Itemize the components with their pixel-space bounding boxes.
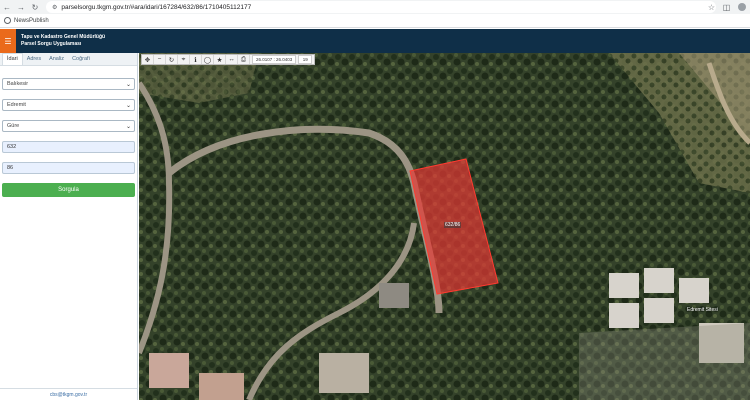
parcel-input[interactable]: 86 [2, 162, 135, 174]
browser-toolbar: ← → ↻ ⚙ parselsorgu.tkgm.gov.tr/#ara/ida… [0, 0, 750, 14]
back-icon[interactable]: ← [0, 0, 14, 14]
zoom-out-icon[interactable]: − [154, 55, 166, 64]
print-icon[interactable]: ⎙ [238, 55, 250, 64]
query-button[interactable]: Sorgula [2, 183, 135, 197]
globe-icon [4, 17, 11, 24]
parcel-value: 86 [7, 165, 14, 171]
province-value: Balıkesir [7, 81, 29, 87]
chevron-down-icon: ⌄ [125, 124, 131, 130]
coordinate-readout: 26.0107 : 26.0403 [252, 55, 297, 64]
info-icon[interactable]: ℹ [190, 55, 202, 64]
tab-adres[interactable]: Adres [23, 54, 45, 65]
neighborhood-select[interactable]: Güre ⌄ [2, 120, 135, 132]
address-bar[interactable]: ⚙ parselsorgu.tkgm.gov.tr/#ara/idari/167… [46, 1, 716, 13]
district-select[interactable]: Edremit ⌄ [2, 99, 135, 111]
pan-icon[interactable]: ✥ [142, 55, 154, 64]
forward-icon[interactable]: → [14, 0, 28, 14]
contact-email[interactable]: cbs@tkgm.gov.tr [0, 388, 137, 400]
tab-analiz[interactable]: Analiz [45, 54, 68, 65]
url-text: parselsorgu.tkgm.gov.tr/#ara/idari/16728… [61, 3, 252, 11]
district-value: Edremit [7, 102, 26, 108]
distance-icon[interactable]: ↔ [226, 55, 238, 64]
parcel-label: 632/86 [444, 222, 462, 228]
tab-idari[interactable]: İdari [2, 53, 23, 65]
star-icon[interactable]: ☆ [704, 0, 719, 14]
refresh-icon[interactable]: ↻ [166, 55, 178, 64]
map-toolbar: ✥ − ↻ ⌖ ℹ ◯ ★ ↔ ⎙ 26.0107 : 26.0403 19 [141, 54, 316, 65]
site-info-icon[interactable]: ⚙ [52, 4, 57, 11]
hamburger-menu-icon[interactable]: ☰ [0, 29, 16, 53]
chevron-down-icon: ⌄ [125, 82, 131, 88]
place-label: Edremit Sitesi [687, 307, 718, 313]
bookmark-newspublish[interactable]: NewsPublish [14, 18, 49, 24]
page: ← → ↻ ⚙ parselsorgu.tkgm.gov.tr/#ara/ida… [0, 0, 750, 400]
zoom-level: 19 [298, 55, 313, 64]
query-form: Balıkesir ⌄ Edremit ⌄ Güre ⌄ 632 86 Sorg… [0, 66, 137, 201]
measure-icon[interactable]: ◯ [202, 55, 214, 64]
query-sidebar: İdari Adres Analiz Coğrafi Balıkesir ⌄ E… [0, 53, 138, 400]
map-view[interactable]: ✥ − ↻ ⌖ ℹ ◯ ★ ↔ ⎙ 26.0107 : 26.0403 19 6… [139, 53, 750, 400]
favorite-icon[interactable]: ★ [214, 55, 226, 64]
bookmarks-bar: NewsPublish [0, 14, 750, 28]
sidebar-icon[interactable]: ◫ [719, 0, 734, 14]
app-header: ☰ Tapu ve Kadastro Genel Müdürlüğü Parse… [0, 29, 750, 53]
chevron-down-icon: ⌄ [125, 103, 131, 109]
profile-icon[interactable] [738, 3, 746, 11]
block-input[interactable]: 632 [2, 141, 135, 153]
tab-cografi[interactable]: Coğrafi [68, 54, 94, 65]
app-title-line2: Parsel Sorgu Uygulaması [21, 41, 82, 47]
block-value: 632 [7, 144, 17, 150]
reload-icon[interactable]: ↻ [28, 0, 42, 14]
app-title: Tapu ve Kadastro Genel Müdürlüğü Parsel … [21, 34, 105, 48]
app-title-line1: Tapu ve Kadastro Genel Müdürlüğü [21, 34, 106, 40]
browser-actions: ☆ ◫ [704, 0, 750, 14]
sidebar-tabs: İdari Adres Analiz Coğrafi [0, 53, 137, 66]
neighborhood-value: Güre [7, 123, 20, 129]
locate-icon[interactable]: ⌖ [178, 55, 190, 64]
province-select[interactable]: Balıkesir ⌄ [2, 78, 135, 90]
